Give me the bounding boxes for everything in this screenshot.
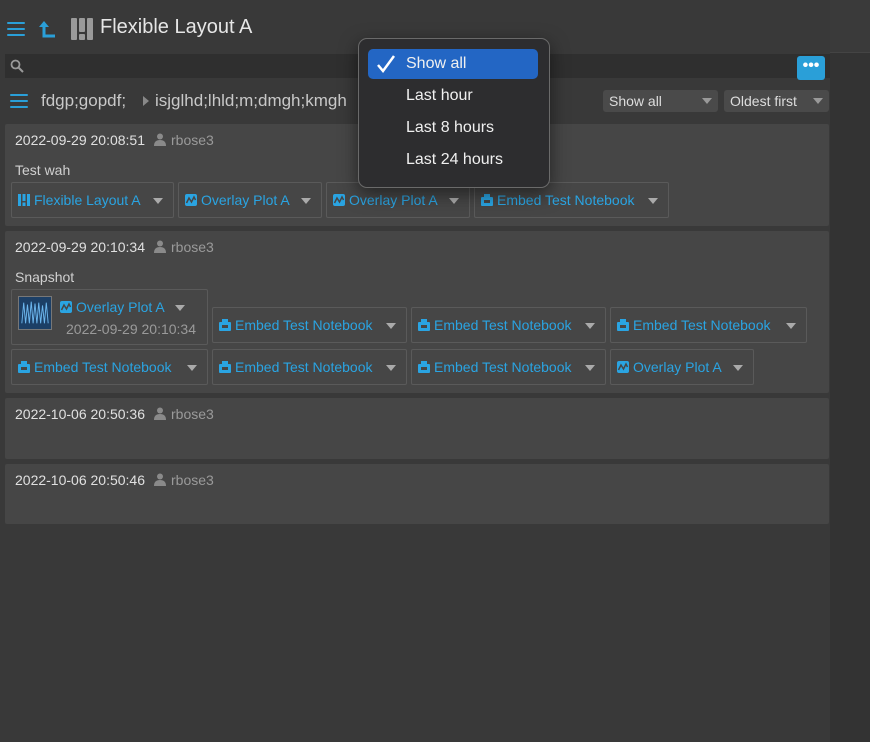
embed-chip-notebook[interactable]: Embed Test Notebook: [411, 349, 606, 385]
notebook-entry[interactable]: 2022-10-06 20:50:36 rbose3: [5, 398, 829, 459]
user-icon: [154, 240, 166, 253]
notebook-entry[interactable]: 2022-09-29 20:10:34 rbose3 Snapshot Over…: [5, 231, 829, 393]
chip-label: Embed Test Notebook: [434, 317, 572, 333]
chevron-down-icon[interactable]: [301, 198, 311, 204]
chip-label: Embed Test Notebook: [235, 317, 373, 333]
menu-item-label: Last 8 hours: [406, 119, 495, 136]
more-options-button[interactable]: •••: [797, 56, 825, 80]
chevron-down-icon: [702, 98, 712, 104]
notebook-icon: [18, 361, 30, 373]
search-icon: [10, 59, 24, 73]
plot-icon: [60, 301, 72, 313]
chevron-down-icon[interactable]: [153, 198, 163, 204]
chip-label: Overlay Plot A: [76, 299, 165, 315]
menu-item-show-all[interactable]: Show all: [368, 49, 538, 79]
embed-chip-notebook[interactable]: Embed Test Notebook: [212, 307, 407, 343]
time-filter-value: Show all: [609, 93, 662, 109]
entry-timestamp: 2022-10-06 20:50:46: [15, 472, 145, 488]
time-filter-select[interactable]: Show all: [603, 90, 718, 112]
notebook-icon: [481, 194, 493, 206]
entry-timestamp: 2022-10-06 20:50:36: [15, 406, 145, 422]
chip-label: Flexible Layout A: [34, 192, 141, 208]
embed-chip-notebook[interactable]: Embed Test Notebook: [11, 349, 208, 385]
embed-chip-notebook[interactable]: Embed Test Notebook: [212, 349, 407, 385]
chevron-down-icon[interactable]: [386, 323, 396, 329]
chip-label: Embed Test Notebook: [434, 359, 572, 375]
embed-chip-plot[interactable]: Overlay Plot A: [610, 349, 754, 385]
menu-item-last-24-hours[interactable]: Last 24 hours: [368, 145, 538, 175]
plot-icon: [333, 194, 345, 206]
chevron-down-icon[interactable]: [648, 198, 658, 204]
chevron-down-icon[interactable]: [733, 365, 743, 371]
chevron-down-icon[interactable]: [175, 305, 185, 311]
chevron-down-icon[interactable]: [187, 365, 197, 371]
time-filter-menu: Show all Last hour Last 8 hours Last 24 …: [358, 38, 550, 188]
navigate-up-icon[interactable]: [38, 18, 60, 40]
user-icon: [154, 407, 166, 420]
notebook-icon: [617, 319, 629, 331]
chevron-down-icon: [813, 98, 823, 104]
chip-label: Embed Test Notebook: [633, 317, 771, 333]
chip-label: Embed Test Notebook: [497, 192, 635, 208]
layout-icon: [18, 194, 30, 206]
sidebar-toggle-icon[interactable]: [10, 94, 28, 108]
user-icon: [154, 133, 166, 146]
chevron-down-icon[interactable]: [786, 323, 796, 329]
notebook-icon: [219, 319, 231, 331]
user-icon: [154, 473, 166, 486]
entry-timestamp: 2022-09-29 20:08:51: [15, 132, 145, 148]
sort-order-select[interactable]: Oldest first: [724, 90, 829, 112]
chevron-down-icon[interactable]: [449, 198, 459, 204]
flexible-layout-icon: [71, 18, 93, 40]
breadcrumb-item-section[interactable]: fdgp;gopdf;: [41, 91, 126, 111]
menu-item-label: Last 24 hours: [406, 151, 503, 168]
menu-item-label: Show all: [406, 55, 467, 72]
embed-chip-plot[interactable]: Overlay Plot A: [178, 182, 322, 218]
entry-user: rbose3: [171, 472, 214, 488]
chip-label: Embed Test Notebook: [235, 359, 373, 375]
chevron-down-icon[interactable]: [585, 323, 595, 329]
chip-label: Overlay Plot A: [349, 192, 438, 208]
notebook-icon: [418, 361, 430, 373]
menu-item-label: Last hour: [406, 87, 473, 104]
menu-toggle-icon[interactable]: [7, 22, 25, 36]
entry-user: rbose3: [171, 406, 214, 422]
plot-icon: [185, 194, 197, 206]
checkmark-icon: [377, 55, 396, 73]
snapshot-thumbnail[interactable]: [18, 296, 52, 330]
embed-chip-notebook[interactable]: Embed Test Notebook: [411, 307, 606, 343]
right-panel-header: [830, 0, 870, 53]
right-panel-strip: [830, 0, 870, 742]
notebook-entry[interactable]: 2022-10-06 20:50:46 rbose3: [5, 464, 829, 524]
snapshot-chip[interactable]: Overlay Plot A 2022-09-29 20:10:34: [11, 289, 208, 345]
entry-timestamp: 2022-09-29 20:10:34: [15, 239, 145, 255]
page-title: Flexible Layout A: [100, 16, 253, 38]
menu-item-last-hour[interactable]: Last hour: [368, 81, 538, 111]
embed-chip-layout[interactable]: Flexible Layout A: [11, 182, 174, 218]
notebook-icon: [219, 361, 231, 373]
embed-chip-notebook[interactable]: Embed Test Notebook: [610, 307, 807, 343]
entry-user: rbose3: [171, 132, 214, 148]
notebook-icon: [418, 319, 430, 331]
breadcrumb-item-page[interactable]: isjglhd;lhld;m;dmgh;kmgh: [155, 91, 355, 111]
snapshot-time: 2022-09-29 20:10:34: [66, 321, 196, 337]
chip-label: Overlay Plot A: [201, 192, 290, 208]
chip-label: Embed Test Notebook: [34, 359, 172, 375]
entry-text[interactable]: Snapshot: [15, 269, 74, 285]
plot-icon: [617, 361, 629, 373]
chevron-down-icon[interactable]: [386, 365, 396, 371]
entry-user: rbose3: [171, 239, 214, 255]
entry-text[interactable]: Test wah: [15, 162, 70, 178]
chevron-down-icon[interactable]: [585, 365, 595, 371]
menu-item-last-8-hours[interactable]: Last 8 hours: [368, 113, 538, 143]
breadcrumb-separator-icon: [143, 96, 149, 106]
chip-label: Overlay Plot A: [633, 359, 722, 375]
sort-order-value: Oldest first: [730, 93, 797, 109]
